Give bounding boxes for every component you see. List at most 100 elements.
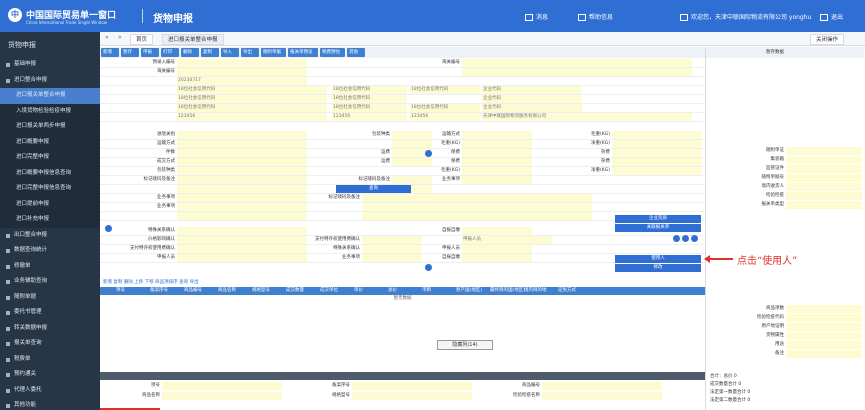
grid-column-header[interactable]: 单价 bbox=[354, 287, 363, 295]
field-input[interactable] bbox=[462, 131, 532, 139]
info-circle-icon[interactable] bbox=[425, 264, 432, 271]
right-panel-field[interactable] bbox=[786, 192, 862, 200]
sidebar-item[interactable]: 代理人委托 bbox=[0, 383, 100, 399]
sidebar-item[interactable]: 进口报关单两步申报 bbox=[0, 119, 100, 135]
detail-input[interactable] bbox=[542, 392, 662, 400]
grid-column-header[interactable]: 成交数量 bbox=[286, 287, 304, 295]
info-circle-icon[interactable] bbox=[105, 225, 112, 232]
sidebar-item[interactable]: 随附单据 bbox=[0, 290, 100, 306]
info-circle-icon[interactable] bbox=[673, 235, 680, 242]
sidebar-item[interactable]: 出口整合申报 bbox=[0, 228, 100, 244]
help-link[interactable]: 帮助信息 bbox=[578, 12, 613, 21]
grid-column-header[interactable]: 境内目的地 bbox=[524, 287, 547, 295]
grid-toolbar[interactable]: 新增 复制 删除 上移 下移 商品项排序 查询 导出 bbox=[100, 278, 705, 287]
field-input[interactable] bbox=[177, 176, 307, 184]
field-input[interactable] bbox=[392, 131, 432, 139]
field-input[interactable] bbox=[362, 203, 592, 211]
sidebar-item[interactable]: 业务辅助查询 bbox=[0, 274, 100, 290]
grid-column-header[interactable]: 备案序号 bbox=[150, 287, 168, 295]
right-panel-field[interactable] bbox=[786, 183, 862, 191]
field-input[interactable] bbox=[177, 212, 307, 220]
field-input[interactable] bbox=[462, 254, 532, 262]
field-input[interactable] bbox=[177, 194, 307, 202]
field-input[interactable] bbox=[177, 185, 307, 193]
field-input[interactable]: 123456 bbox=[177, 113, 327, 121]
right-panel-field[interactable] bbox=[786, 323, 862, 331]
toolbar-button[interactable]: 删除 bbox=[181, 48, 199, 57]
sidebar-item[interactable]: 报关单查询 bbox=[0, 336, 100, 352]
field-input[interactable] bbox=[462, 227, 532, 235]
field-input[interactable] bbox=[392, 176, 432, 184]
toolbar-button[interactable]: 导入 bbox=[221, 48, 239, 57]
field-input[interactable] bbox=[462, 68, 692, 76]
hide-columns-button[interactable]: 隐藏列(14) bbox=[437, 340, 493, 350]
detail-input[interactable] bbox=[162, 392, 282, 400]
right-panel-field[interactable] bbox=[786, 314, 862, 322]
field-input[interactable] bbox=[177, 149, 307, 157]
field-input[interactable]: 123456 bbox=[410, 113, 480, 121]
sidebar-item[interactable]: 其他功能 bbox=[0, 398, 100, 410]
grid-column-header[interactable]: 币制 bbox=[422, 287, 431, 295]
logout-button[interactable]: 退出 bbox=[820, 12, 843, 21]
tab-next-icon[interactable]: » bbox=[118, 34, 122, 41]
sidebar-item[interactable]: 数据查询统计 bbox=[0, 243, 100, 259]
grid-column-header[interactable]: 原产国(地区) bbox=[456, 287, 482, 295]
field-input[interactable] bbox=[462, 149, 532, 157]
detail-input[interactable] bbox=[542, 382, 662, 390]
toolbar-button[interactable]: 新增 bbox=[101, 48, 119, 57]
toolbar-button[interactable]: 打印 bbox=[161, 48, 179, 57]
grid-column-header[interactable]: 商品编号 bbox=[184, 287, 202, 295]
field-input[interactable] bbox=[462, 245, 532, 253]
field-input[interactable] bbox=[392, 140, 432, 148]
info-circle-icon[interactable] bbox=[425, 150, 432, 157]
field-input[interactable] bbox=[177, 140, 307, 148]
sidebar-item[interactable]: 进口完整申报信息查询 bbox=[0, 181, 100, 197]
sidebar-item[interactable]: 进口概要申报信息查询 bbox=[0, 165, 100, 181]
field-input[interactable] bbox=[612, 140, 702, 148]
field-input[interactable] bbox=[362, 212, 592, 220]
detail-input[interactable] bbox=[352, 392, 472, 400]
field-input[interactable]: 18位社会信用代码 bbox=[177, 86, 327, 94]
field-input[interactable] bbox=[362, 194, 592, 202]
grid-column-header[interactable]: 项号 bbox=[116, 287, 125, 295]
field-input[interactable]: 123456 bbox=[332, 113, 407, 121]
right-panel-field[interactable] bbox=[786, 156, 862, 164]
toolbar-button[interactable]: 税费预估 bbox=[320, 48, 345, 57]
detail-input[interactable] bbox=[162, 382, 282, 390]
field-input[interactable] bbox=[177, 245, 307, 253]
toolbar-button[interactable]: 申报 bbox=[141, 48, 159, 57]
info-circle-icon[interactable] bbox=[682, 235, 689, 242]
sidebar-item[interactable]: 委托书管理 bbox=[0, 305, 100, 321]
field-input[interactable] bbox=[392, 158, 432, 166]
field-input[interactable] bbox=[362, 254, 422, 262]
form-button[interactable]: 修改 bbox=[615, 264, 701, 272]
form-button[interactable]: 查询 bbox=[336, 185, 411, 193]
field-input[interactable] bbox=[612, 167, 702, 175]
right-panel-field[interactable] bbox=[786, 147, 862, 155]
toolbar-button[interactable]: 复制 bbox=[201, 48, 219, 57]
toolbar-button[interactable]: 暂存 bbox=[121, 48, 139, 57]
toolbar-button[interactable]: 导出 bbox=[241, 48, 259, 57]
field-input[interactable] bbox=[462, 158, 532, 166]
field-input[interactable] bbox=[177, 131, 307, 139]
form-button[interactable]: 关联报关单 bbox=[615, 224, 701, 232]
right-panel-field[interactable] bbox=[786, 350, 862, 358]
field-input[interactable]: 20230717 bbox=[177, 77, 307, 85]
field-input[interactable]: 18位社会信用代码 bbox=[332, 95, 407, 103]
field-input[interactable] bbox=[362, 245, 422, 253]
sidebar-item[interactable]: 转关数据申报 bbox=[0, 321, 100, 337]
field-input[interactable] bbox=[362, 236, 422, 244]
tab-prev-icon[interactable]: « bbox=[105, 34, 109, 41]
sidebar-item[interactable]: 进口完整申报 bbox=[0, 150, 100, 166]
tab-current[interactable]: 进口报关单整合申报 bbox=[162, 34, 224, 45]
sidebar-item[interactable]: 预约通关 bbox=[0, 367, 100, 383]
field-input[interactable] bbox=[462, 176, 532, 184]
field-input[interactable] bbox=[177, 59, 307, 67]
field-input[interactable] bbox=[612, 158, 702, 166]
field-input[interactable] bbox=[177, 158, 307, 166]
right-panel-field[interactable] bbox=[786, 201, 862, 209]
field-input[interactable] bbox=[177, 167, 307, 175]
close-tabs-button[interactable]: 关闭操作 bbox=[810, 34, 845, 45]
field-input[interactable]: 18位社会信用代码 bbox=[332, 86, 407, 94]
field-input[interactable]: 天津中联国际物流服务有限公司 bbox=[482, 113, 692, 121]
